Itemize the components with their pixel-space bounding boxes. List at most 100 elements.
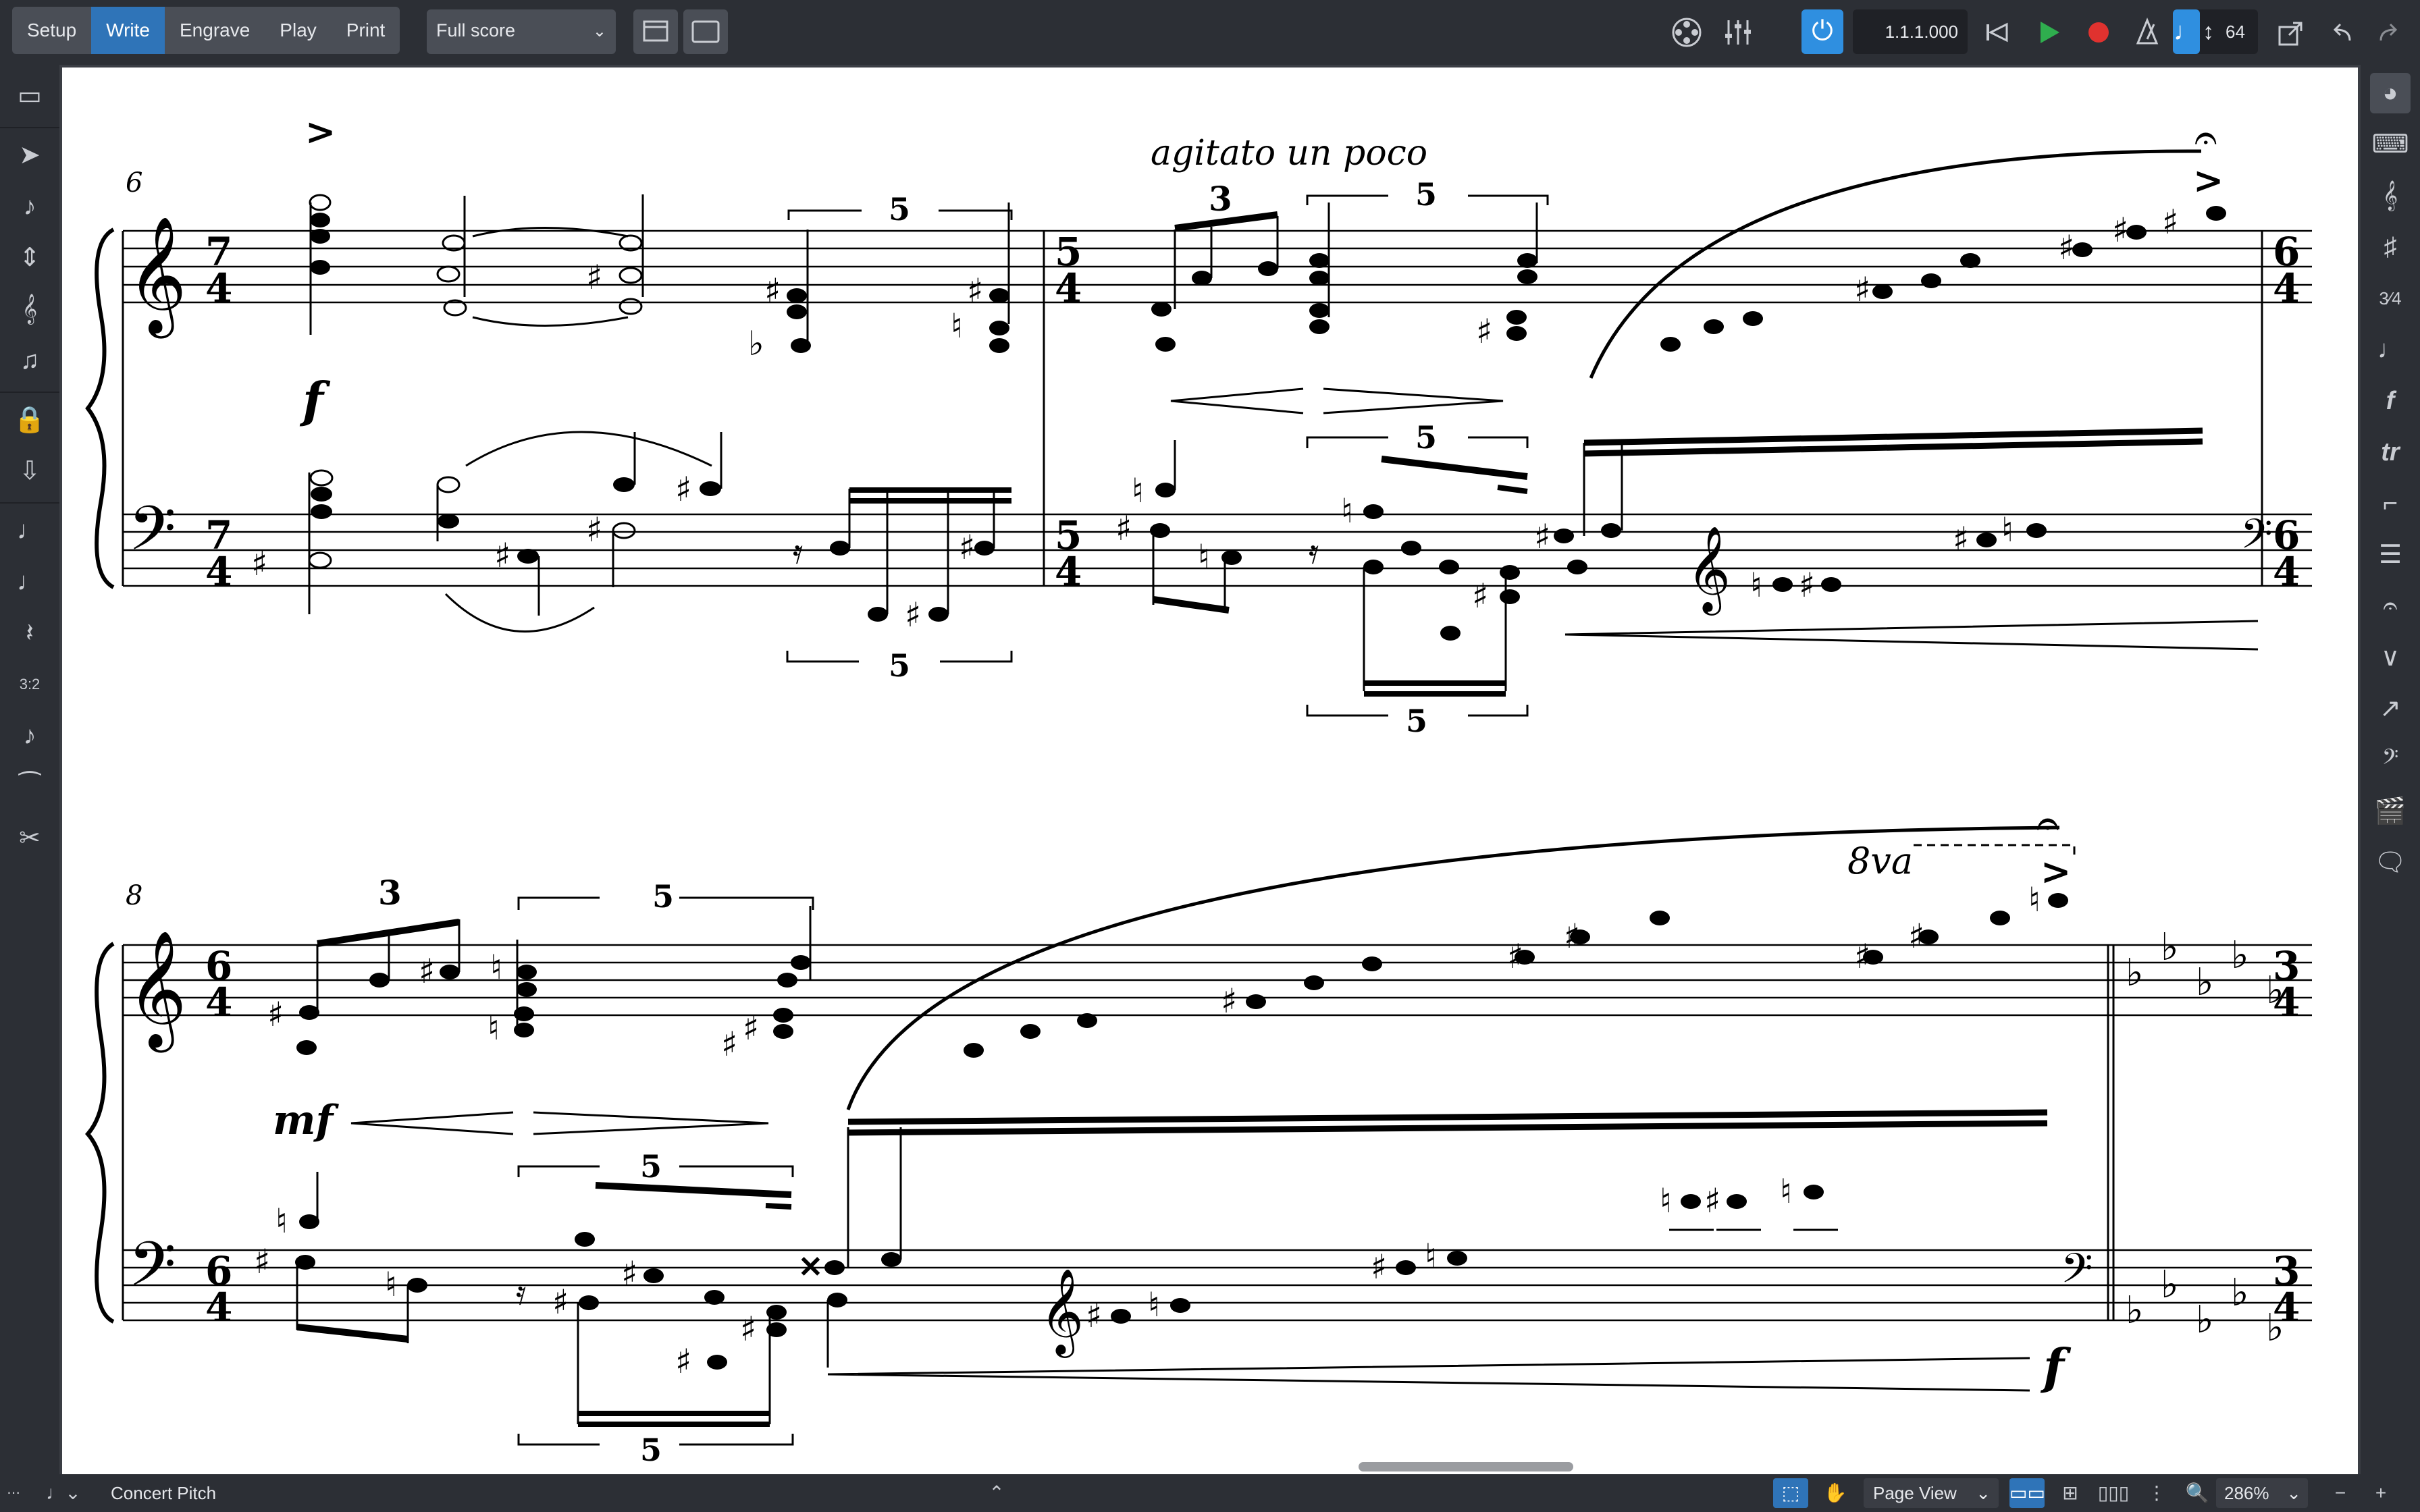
bass-clef: 𝄢 — [128, 493, 176, 579]
redo-icon[interactable] — [2374, 19, 2404, 49]
zoom-out-icon[interactable]: − — [2323, 1478, 2358, 1508]
zoom-icon[interactable]: 🔍 — [2180, 1478, 2215, 1508]
cue-icon[interactable]: 🎬 — [2370, 791, 2411, 832]
key-signature-icon[interactable]: ♯ — [2370, 227, 2411, 267]
dynamics-icon[interactable]: f — [2370, 381, 2411, 421]
svg-text:♯: ♯ — [905, 595, 921, 634]
vertical-pages-icon[interactable]: ⋮ — [2139, 1478, 2174, 1508]
holds-pauses-icon[interactable]: 𝄐 — [2370, 586, 2411, 626]
tie-icon[interactable]: ⁀ — [9, 767, 50, 807]
selection-tool-icon[interactable]: ⬚ — [1773, 1478, 1808, 1508]
svg-text:4: 4 — [2273, 549, 2300, 595]
chevron-down-icon: ⌄ — [592, 22, 606, 40]
tab-print[interactable]: Print — [332, 7, 400, 54]
force-duration-icon[interactable]: ⇩ — [9, 451, 50, 491]
grace-icon[interactable]: ♪ — [9, 716, 50, 756]
key-signature-flats: ♭ ♭ ♭ ♭ ♭ ♭ ♭ ♭ ♭ ♭ — [2126, 925, 2284, 1350]
svg-text:♯: ♯ — [419, 952, 435, 991]
menu-icon[interactable]: ⋯ — [0, 1478, 27, 1508]
lock-duration-icon[interactable]: 🔒 — [9, 400, 50, 440]
dotted-note-icon[interactable]: ♩ — [9, 562, 50, 602]
svg-text:♮: ♮ — [951, 306, 963, 346]
video-icon[interactable] — [1668, 15, 1706, 50]
expression-text: agitato un poco — [1151, 133, 1427, 173]
left-toolbar: ▭ ➤ ♪ ⇕ 𝄞 ♫ 🔒 ⇩ ♩ ♩ 𝄽 3:2 ♪ ⁀ ✂ — [0, 65, 59, 1474]
tempo-display[interactable]: ♩ ↕ 64 — [2173, 9, 2258, 54]
record-icon[interactable] — [2084, 18, 2113, 47]
svg-text:♮: ♮ — [1132, 471, 1144, 510]
select-tool-icon[interactable]: ➤ — [9, 135, 50, 176]
clef-icon[interactable]: 𝄞 — [2370, 176, 2411, 216]
svg-text:♯: ♯ — [1472, 576, 1488, 616]
concert-pitch-toggle[interactable]: Concert Pitch — [111, 1474, 216, 1512]
tab-setup[interactable]: Setup — [12, 7, 91, 54]
open-external-icon[interactable] — [2276, 19, 2305, 49]
view-type-selector[interactable]: Page View ⌄ — [1864, 1478, 1999, 1508]
horizontal-scrollbar[interactable] — [1359, 1462, 1573, 1472]
rest-icon[interactable]: 𝄽 — [9, 613, 50, 653]
scissors-icon[interactable]: ✂ — [9, 818, 50, 859]
play-icon[interactable] — [2034, 18, 2063, 47]
expand-panel-icon[interactable]: ⌃ — [978, 1478, 1016, 1508]
ear-icon[interactable]: 𝄢 — [2370, 740, 2411, 780]
chord-mode-icon[interactable]: 𝄞 — [9, 289, 50, 329]
time-signature-icon[interactable]: 3⁄4 — [2370, 278, 2411, 319]
note-input-icon[interactable]: ♪ — [9, 186, 50, 227]
layout-selector[interactable]: Full score ⌄ — [427, 9, 616, 54]
layout-selector-value: Full score — [436, 20, 516, 40]
svg-text:>: > — [305, 110, 336, 153]
treble-clef: 𝄞 — [127, 216, 187, 339]
svg-text:♯: ♯ — [959, 528, 975, 567]
ornaments-icon[interactable]: tr — [2370, 432, 2411, 473]
svg-text:♮: ♮ — [1198, 537, 1210, 576]
toggle-panel-icon[interactable]: ▭ — [9, 76, 50, 116]
window-button[interactable] — [683, 9, 728, 54]
tempo-value: 64 — [2226, 22, 2245, 42]
svg-text:♯: ♯ — [2162, 202, 2178, 242]
tempo-icon[interactable]: ♩ — [2370, 329, 2411, 370]
zoom-in-icon[interactable]: + — [2363, 1478, 2398, 1508]
octave-line-label: 8va — [1847, 840, 1913, 882]
undo-icon[interactable] — [2327, 19, 2357, 49]
zoom-selector[interactable]: 286% ⌄ — [2216, 1478, 2308, 1508]
playing-techniques-icon[interactable]: ∨ — [2370, 637, 2411, 678]
bar-lines-icon[interactable]: ☰ — [2370, 535, 2411, 575]
bar-number-8: 8 — [126, 880, 142, 911]
hand-tool-icon[interactable]: ✋ — [1818, 1478, 1853, 1508]
svg-text:♯: ♯ — [740, 1310, 756, 1349]
palette-icon[interactable]: ◕ — [2370, 73, 2411, 113]
metronome-icon[interactable] — [2132, 16, 2162, 47]
svg-text:♯: ♯ — [2058, 228, 2074, 267]
spread-view-icon[interactable]: ▭▭ — [2009, 1478, 2045, 1508]
comment-icon[interactable]: 🗨 — [2370, 842, 2411, 883]
new-tab-button[interactable] — [633, 9, 678, 54]
quarter-note-icon: ♩⌄ — [46, 1482, 81, 1503]
staff-treble-2 — [123, 944, 2312, 1017]
mixer-icon[interactable] — [1719, 15, 1757, 50]
transport-position[interactable]: 1.1.1.000 — [1853, 9, 1968, 54]
grid-view-icon[interactable]: ⊞ — [2053, 1478, 2088, 1508]
power-icon: ⏻ — [1812, 16, 1833, 46]
dynamic-mezzo-forte: mf — [273, 1097, 339, 1144]
insert-mode-icon[interactable]: ⇕ — [9, 238, 50, 278]
power-button[interactable]: ⏻ — [1801, 9, 1843, 54]
score-page[interactable]: 6 agitato un poco f 𝄞 𝄢 74 74 54 54 64 6… — [62, 68, 2358, 1474]
grace-note-icon[interactable]: ♫ — [9, 340, 50, 381]
tempo-arrow-icon: ↕ — [2203, 19, 2214, 45]
tab-play[interactable]: Play — [265, 7, 331, 54]
music-notation: 6 agitato un poco f 𝄞 𝄢 74 74 54 54 64 6… — [85, 110, 2312, 1468]
repeat-icon[interactable]: ⌐ — [2370, 483, 2411, 524]
svg-text:𝄿: 𝄿 — [1309, 532, 1319, 571]
tuplet-label: 5 — [1415, 419, 1437, 456]
horizontal-pages-icon[interactable]: ▯▯▯ — [2096, 1478, 2131, 1508]
svg-text:♮: ♮ — [1660, 1181, 1672, 1220]
tuplet-icon[interactable]: 3:2 — [9, 664, 50, 705]
add-note-icon[interactable]: ♩ — [9, 510, 50, 551]
tab-write[interactable]: Write — [91, 7, 165, 54]
brace-2 — [85, 942, 115, 1324]
keyboard-icon[interactable]: ⌨ — [2370, 124, 2411, 165]
tab-engrave[interactable]: Engrave — [165, 7, 265, 54]
rewind-to-start-icon[interactable] — [1982, 19, 2012, 46]
lines-icon[interactable]: ↗ — [2370, 688, 2411, 729]
note-value-selector[interactable]: ♩⌄ — [35, 1478, 92, 1508]
